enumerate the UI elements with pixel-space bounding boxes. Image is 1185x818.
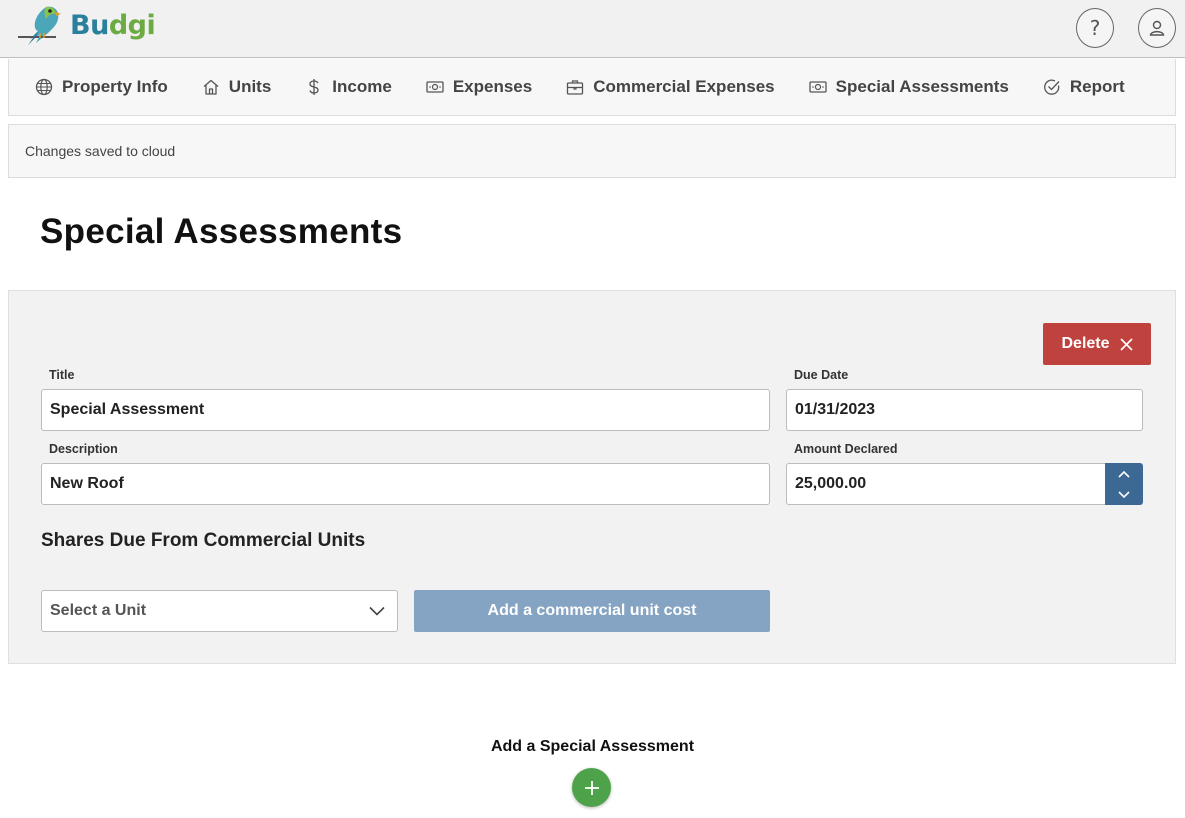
question-icon: ? bbox=[1089, 16, 1101, 40]
add-commercial-unit-cost-button[interactable]: Add a commercial unit cost bbox=[414, 590, 770, 632]
tab-income[interactable]: Income bbox=[305, 77, 392, 97]
cash-icon bbox=[426, 81, 444, 93]
unit-select[interactable]: Select a Unit bbox=[41, 590, 398, 632]
user-account-button[interactable] bbox=[1138, 8, 1176, 48]
budgi-logo[interactable]: Budgi bbox=[16, 2, 156, 48]
dollar-icon bbox=[309, 79, 319, 95]
tab-units-label: Units bbox=[228, 77, 272, 96]
tab-property-info-label: Property Info bbox=[62, 77, 168, 96]
chevron-up-icon[interactable] bbox=[1118, 470, 1130, 478]
tab-expenses[interactable]: Expenses bbox=[426, 77, 532, 97]
page-title: Special Assessments bbox=[40, 212, 403, 251]
tab-report-label: Report bbox=[1069, 77, 1125, 96]
close-icon bbox=[1119, 337, 1133, 351]
tab-commercial-expenses[interactable]: Commercial Expenses bbox=[566, 77, 775, 97]
tab-units[interactable]: Units bbox=[202, 77, 272, 97]
delete-button-label: Delete bbox=[1061, 335, 1110, 352]
brand-name-part2: dgi bbox=[108, 9, 156, 41]
brand-name: Budgi bbox=[70, 9, 156, 41]
delete-button[interactable]: Delete bbox=[1043, 323, 1151, 365]
brand-name-part1: Bu bbox=[70, 9, 109, 41]
add-special-assessment-button[interactable] bbox=[572, 768, 611, 807]
home-icon bbox=[203, 79, 219, 95]
tab-property-info[interactable]: Property Info bbox=[35, 77, 168, 97]
save-status-bar: Changes saved to cloud bbox=[8, 124, 1176, 178]
briefcase-icon bbox=[567, 80, 584, 95]
tab-special-assessments[interactable]: Special Assessments bbox=[808, 77, 1009, 97]
tab-nav: Property Info Units Income Expenses Comm… bbox=[8, 59, 1176, 116]
amount-stepper[interactable] bbox=[1105, 463, 1143, 505]
unit-select-value: Select a Unit bbox=[50, 602, 147, 619]
globe-icon bbox=[35, 78, 53, 96]
help-button[interactable]: ? bbox=[1076, 8, 1114, 48]
amount-declared-label: Amount Declared bbox=[794, 442, 898, 456]
cash-icon bbox=[808, 81, 827, 93]
check-circle-icon bbox=[1043, 79, 1060, 95]
parakeet-logo-icon bbox=[18, 6, 61, 45]
tab-expenses-label: Expenses bbox=[452, 77, 533, 96]
add-commercial-unit-cost-label: Add a commercial unit cost bbox=[487, 602, 697, 619]
tab-report[interactable]: Report bbox=[1043, 77, 1125, 97]
special-assessment-card: Delete Title Due Date Description Amount… bbox=[8, 290, 1176, 664]
chevron-down-icon bbox=[369, 606, 385, 616]
title-input[interactable] bbox=[41, 389, 770, 431]
chevron-down-icon[interactable] bbox=[1118, 490, 1130, 499]
tab-commercial-expenses-label: Commercial Expenses bbox=[593, 77, 775, 96]
description-input[interactable] bbox=[41, 463, 770, 505]
top-bar: Budgi ? bbox=[0, 0, 1185, 58]
save-status-text: Changes saved to cloud bbox=[25, 143, 176, 159]
amount-declared-input[interactable] bbox=[786, 463, 1106, 505]
due-date-label: Due Date bbox=[794, 368, 849, 382]
tab-income-label: Income bbox=[332, 77, 392, 96]
user-icon bbox=[1149, 20, 1165, 36]
add-special-assessment-label: Add a Special Assessment bbox=[490, 738, 695, 755]
description-label: Description bbox=[49, 442, 118, 456]
shares-section-title: Shares Due From Commercial Units bbox=[41, 530, 366, 551]
title-label: Title bbox=[49, 368, 75, 382]
plus-icon bbox=[584, 780, 599, 795]
due-date-input[interactable] bbox=[786, 389, 1143, 431]
tab-special-assessments-label: Special Assessments bbox=[835, 77, 1009, 96]
